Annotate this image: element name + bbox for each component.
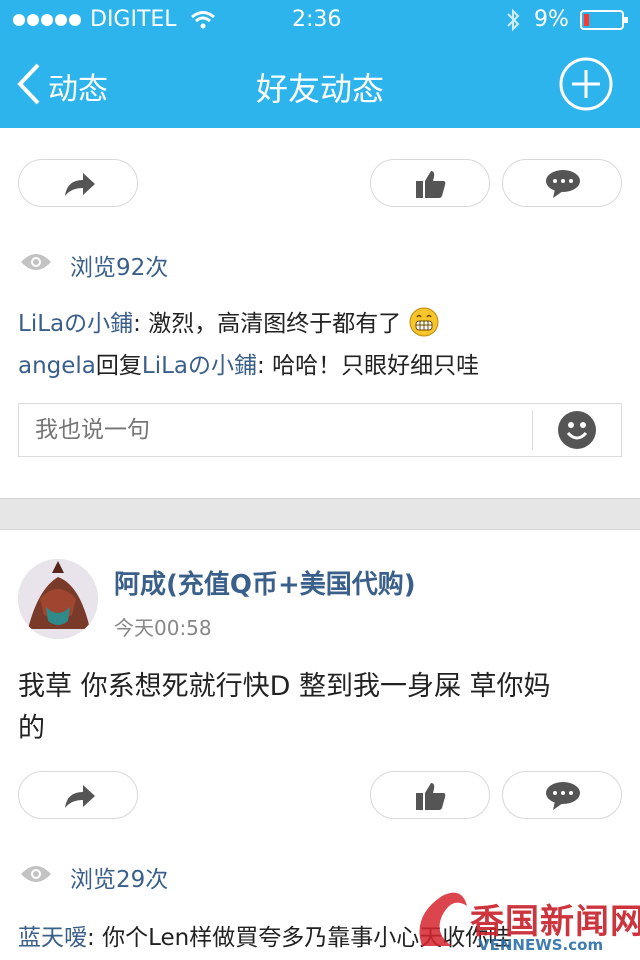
share-button[interactable] (18, 771, 138, 819)
view-count: 浏览92次 (70, 255, 169, 281)
navigation-bar: 动态 好友动态 (0, 40, 640, 128)
status-bar: DIGITEL 2:36 9% (0, 0, 640, 40)
reply-word: 回复 (95, 353, 142, 379)
share-icon (65, 173, 95, 196)
share-button[interactable] (18, 159, 138, 207)
comment-author[interactable]: LiLaの小鋪 (18, 311, 133, 337)
comment-button[interactable] (502, 159, 622, 207)
avatar[interactable] (18, 559, 98, 639)
section-divider (0, 498, 640, 530)
like-button[interactable] (370, 159, 490, 207)
clock-time: 2:36 (292, 7, 342, 32)
bluetooth-icon (504, 8, 522, 32)
input-divider (532, 410, 533, 450)
battery-icon (580, 10, 630, 30)
battery-percent: 9% (534, 7, 569, 32)
comment-button[interactable] (502, 771, 622, 819)
comment-bubble-icon (546, 782, 580, 810)
comment-item: LiLaの小鋪: 激烈，高清图终于都有了 (18, 304, 439, 338)
thumbs-up-icon (416, 171, 446, 198)
reply-target[interactable]: LiLaの小鋪 (142, 353, 257, 379)
watermark: 香国新闻网 VENNEWS.com (412, 886, 640, 960)
comment-separator: : (257, 353, 273, 379)
post-username[interactable]: 阿成(充值Q币+美国代购) (114, 564, 416, 601)
comment-input-box (18, 403, 622, 457)
eye-icon (21, 254, 51, 270)
eye-icon (21, 866, 51, 882)
signal-strength-icon (12, 12, 82, 28)
comment-separator: : (87, 925, 103, 951)
plus-circle-icon (559, 57, 613, 111)
grin-emoji-icon (409, 307, 438, 337)
watermark-subtext: VENNEWS.com (478, 936, 604, 954)
post-content-line: 我草 你系想死就行快D 整到我一身屎 草你妈 (18, 671, 551, 702)
post-card: 浏览92次 LiLaの小鋪: 激烈，高清图终于都有了 angela回复LiLaの… (0, 128, 640, 498)
avatar-image (18, 559, 98, 639)
carrier-name: DIGITEL (90, 7, 177, 32)
post-content-line: 的 (18, 713, 45, 744)
emoji-button[interactable] (557, 410, 597, 450)
thumbs-up-icon (416, 783, 446, 810)
comment-bubble-icon (546, 170, 580, 198)
post-timestamp: 今天00:58 (114, 616, 212, 640)
comment-item: angela回复LiLaの小鋪: 哈哈！只眼好细只哇 (18, 346, 479, 380)
share-icon (65, 785, 95, 808)
comment-author[interactable]: angela (18, 353, 96, 379)
watermark-logo-icon (419, 892, 467, 946)
view-count: 浏览29次 (70, 867, 169, 893)
comment-separator: : (133, 311, 149, 337)
wifi-icon (190, 10, 216, 30)
smiley-icon (558, 411, 596, 449)
comment-text: 激烈，高清图终于都有了 (148, 311, 402, 337)
add-button[interactable] (558, 56, 614, 112)
like-button[interactable] (370, 771, 490, 819)
comment-text: 哈哈！只眼好细只哇 (272, 353, 480, 379)
comment-input[interactable] (19, 404, 531, 456)
comment-author[interactable]: 蓝天嗳 (18, 925, 87, 951)
page-title: 好友动态 (255, 70, 384, 108)
